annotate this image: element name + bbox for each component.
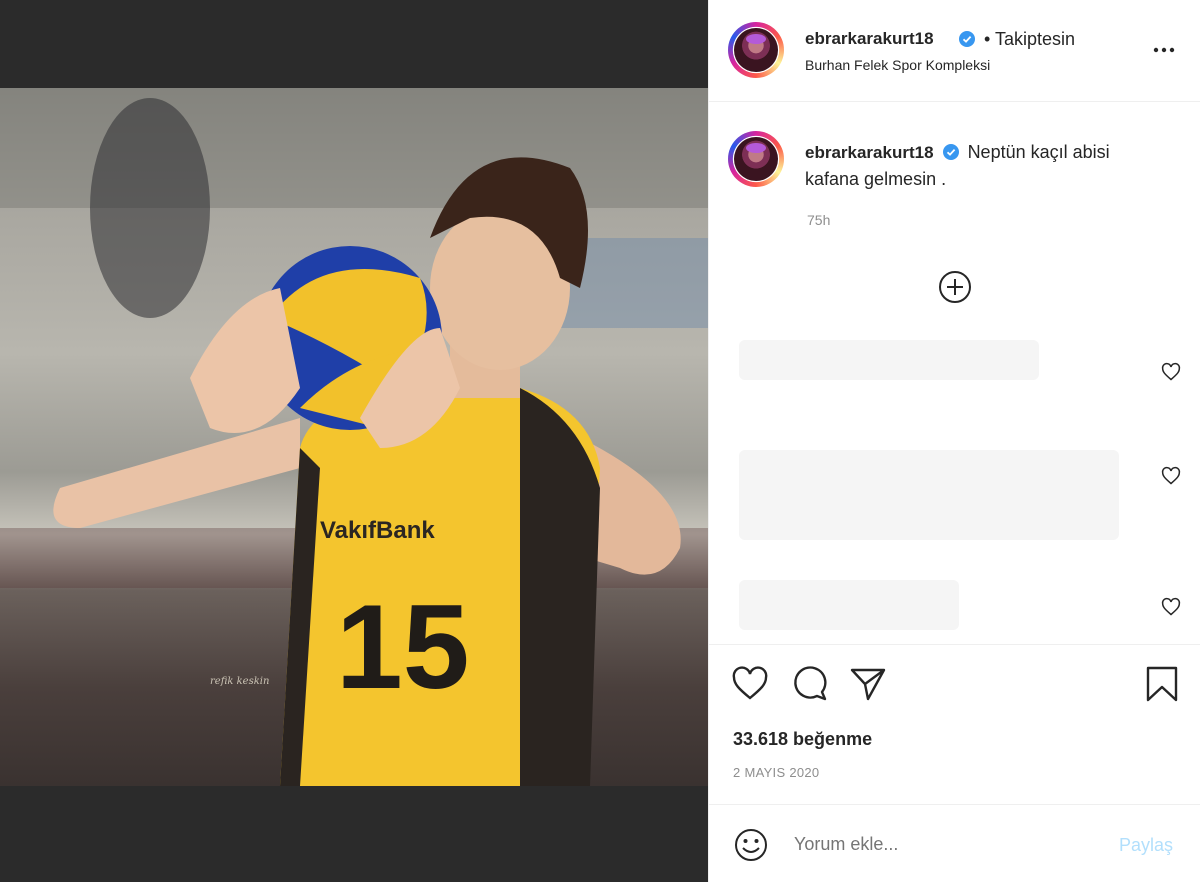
comment-bar: Paylaş (709, 804, 1200, 883)
post-comment-button[interactable]: Paylaş (1119, 835, 1173, 856)
more-icon[interactable] (1149, 38, 1179, 58)
add-comment-icon[interactable] (938, 270, 972, 304)
post-caption: ebrarkarakurt18 Neptün kaçıl abisi kafan… (805, 139, 1165, 192)
comment-icon[interactable] (791, 665, 829, 703)
emoji-icon[interactable] (733, 827, 769, 863)
verified-icon (959, 31, 975, 47)
jersey-sponsor-text: VakıfBank (320, 517, 435, 544)
photo-watermark: refik keskin (210, 676, 270, 687)
comment-placeholder (739, 340, 1039, 380)
likes-count[interactable]: 33.618 beğenme (733, 729, 872, 750)
verified-icon (942, 144, 959, 160)
caption-timestamp[interactable]: 75h (807, 212, 830, 228)
location-link[interactable]: Burhan Felek Spor Kompleksi (805, 57, 990, 73)
post-header: ebrarkarakurt18 • Takiptesin Burhan Fele… (709, 0, 1200, 102)
post-actions: 33.618 beğenme 2 MAYIS 2020 (709, 644, 1200, 805)
heart-icon[interactable] (1161, 466, 1181, 486)
post-media-panel: VakıfBank 15 refik keskin (0, 0, 708, 882)
heart-icon[interactable] (731, 665, 769, 703)
comment-placeholder (739, 580, 959, 630)
caption-avatar[interactable] (728, 131, 784, 187)
post-details-panel: ebrarkarakurt18 • Takiptesin Burhan Fele… (708, 0, 1200, 882)
username-link[interactable]: ebrarkarakurt18 (805, 29, 934, 49)
comment-placeholder (739, 450, 1119, 540)
comment-input[interactable] (792, 833, 1096, 856)
heart-icon[interactable] (1161, 362, 1181, 382)
avatar[interactable] (728, 22, 784, 78)
volleyball-player-photo: VakıfBank 15 (0, 88, 708, 786)
jersey-number-text: 15 (336, 580, 469, 714)
post-photo[interactable]: VakıfBank 15 refik keskin (0, 88, 708, 786)
follow-status[interactable]: • Takiptesin (984, 29, 1075, 50)
heart-icon[interactable] (1161, 597, 1181, 617)
caption-username-link[interactable]: ebrarkarakurt18 (805, 143, 934, 162)
post-date: 2 MAYIS 2020 (733, 765, 820, 780)
bookmark-icon[interactable] (1143, 665, 1181, 703)
share-icon[interactable] (849, 665, 887, 703)
